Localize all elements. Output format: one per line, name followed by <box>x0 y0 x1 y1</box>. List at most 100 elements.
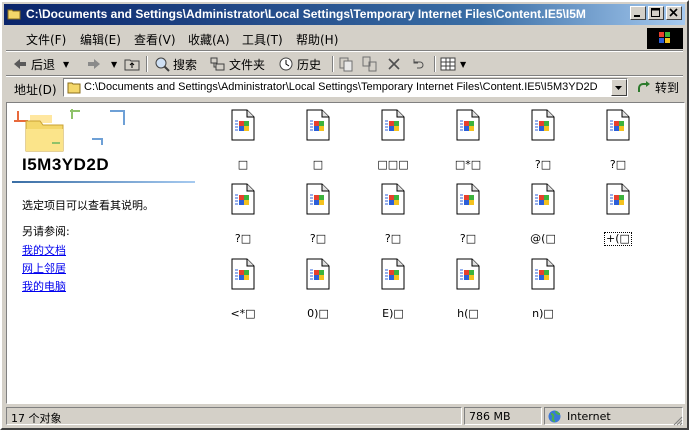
close-button[interactable] <box>666 6 682 20</box>
undo-button[interactable] <box>410 55 429 73</box>
address-label: 地址(D) <box>14 83 57 97</box>
go-button[interactable]: 转到 <box>636 79 679 96</box>
minimize-button[interactable] <box>630 6 646 20</box>
back-button[interactable]: 后退 ▼ <box>12 55 69 73</box>
delete-icon <box>388 58 400 70</box>
status-zone: Internet <box>544 407 683 425</box>
file-item[interactable]: ?□ <box>594 109 642 171</box>
file-icon <box>519 183 567 215</box>
folder-icon <box>7 9 21 20</box>
file-item[interactable]: E)□ <box>369 258 417 320</box>
delete-button[interactable] <box>386 55 405 73</box>
file-item[interactable]: +(□ <box>594 183 642 246</box>
file-icon <box>369 183 417 215</box>
history-button[interactable]: 历史 <box>278 55 321 73</box>
go-label: 转到 <box>655 81 680 95</box>
file-item[interactable]: □□□ <box>369 109 417 171</box>
minimize-icon <box>634 15 640 17</box>
up-folder-button[interactable] <box>124 55 143 73</box>
address-dropdown-button[interactable] <box>611 79 627 96</box>
file-item[interactable]: @(□ <box>519 183 567 245</box>
forward-arrow-icon <box>88 59 100 69</box>
views-button[interactable]: ▼ <box>440 55 466 73</box>
link-my-computer[interactable]: 我的电脑 <box>22 278 66 294</box>
file-name: ?□ <box>459 232 477 245</box>
file-name: □□□ <box>377 158 409 171</box>
resize-grip-icon[interactable] <box>671 414 683 426</box>
file-item[interactable]: ?□ <box>444 183 492 245</box>
file-item[interactable]: ?□ <box>294 183 342 245</box>
file-icon <box>294 109 342 141</box>
file-name: ?□ <box>534 158 552 171</box>
title-bar[interactable]: C:\Documents and Settings\Administrator\… <box>4 4 685 25</box>
folder-title: I5M3YD2D <box>22 155 110 174</box>
folders-icon <box>210 57 225 71</box>
link-my-documents[interactable]: 我的文档 <box>22 242 66 258</box>
search-button[interactable]: 搜索 <box>154 55 197 73</box>
menu-edit[interactable]: 编辑(E) <box>80 31 121 48</box>
file-item[interactable]: 0)□ <box>294 258 342 320</box>
menu-view[interactable]: 查看(V) <box>134 31 176 48</box>
status-size: 786 MB <box>464 407 542 425</box>
window-title: C:\Documents and Settings\Administrator\… <box>26 7 586 21</box>
views-icon <box>440 57 456 71</box>
folders-button[interactable]: 文件夹 <box>210 55 265 73</box>
history-icon <box>279 57 293 71</box>
back-dropdown-icon[interactable]: ▼ <box>63 60 69 69</box>
move-to-button[interactable] <box>338 55 357 73</box>
file-name: ?□ <box>609 158 627 171</box>
back-label: 后退 <box>31 57 56 72</box>
address-input[interactable]: C:\Documents and Settings\Administrator\… <box>63 78 628 97</box>
file-item[interactable]: ?□ <box>369 183 417 245</box>
up-folder-icon <box>124 59 140 71</box>
forward-dropdown-icon[interactable]: ▼ <box>111 60 117 69</box>
maximize-icon <box>651 8 660 17</box>
file-name: @(□ <box>530 232 556 245</box>
file-item[interactable]: n)□ <box>519 258 567 320</box>
link-network-places[interactable]: 网上邻居 <box>22 260 66 276</box>
menu-tools[interactable]: 工具(T) <box>242 31 283 48</box>
toolbar-separator <box>332 56 334 72</box>
file-icon <box>369 258 417 290</box>
file-item[interactable]: □ <box>294 109 342 171</box>
folder-banner-icon <box>14 109 125 152</box>
menu-file[interactable]: 文件(F) <box>26 31 66 48</box>
status-bar: 17 个对象 786 MB Internet <box>6 407 683 426</box>
file-item[interactable]: □ <box>219 109 267 171</box>
globe-icon <box>548 410 561 423</box>
file-icon <box>594 109 642 141</box>
file-name: h(□ <box>457 307 479 320</box>
folders-label: 文件夹 <box>229 57 266 72</box>
toolbar-separator <box>146 56 148 72</box>
file-icon <box>594 183 642 215</box>
file-icon <box>219 258 267 290</box>
address-bar: 地址(D) C:\Documents and Settings\Administ… <box>6 77 683 99</box>
file-name: 0)□ <box>307 307 329 320</box>
file-icon <box>219 183 267 215</box>
menu-help[interactable]: 帮助(H) <box>296 31 338 48</box>
file-icon <box>294 258 342 290</box>
copy-to-button[interactable] <box>362 55 381 73</box>
undo-icon <box>413 59 424 69</box>
maximize-button[interactable] <box>648 6 664 20</box>
selection-description: 选定项目可以查看其说明。 <box>22 199 154 212</box>
file-item[interactable]: □*□ <box>444 109 492 171</box>
search-icon <box>155 57 170 72</box>
file-name: ?□ <box>384 232 402 245</box>
file-item[interactable]: ?□ <box>519 109 567 171</box>
address-value: C:\Documents and Settings\Administrator\… <box>84 81 598 93</box>
menu-favorites[interactable]: 收藏(A) <box>188 31 230 48</box>
file-name: ?□ <box>309 232 327 245</box>
go-arrow-icon <box>638 80 650 92</box>
file-item[interactable]: ?□ <box>219 183 267 245</box>
status-object-count: 17 个对象 <box>6 407 462 425</box>
file-item[interactable]: <*□ <box>219 258 267 320</box>
file-name: E)□ <box>382 307 404 320</box>
toolbar-separator <box>434 56 436 72</box>
forward-button[interactable]: ▼ <box>86 55 117 73</box>
search-label: 搜索 <box>173 57 198 72</box>
file-icon <box>444 183 492 215</box>
back-arrow-icon <box>14 59 26 69</box>
file-item[interactable]: h(□ <box>444 258 492 320</box>
views-dropdown-icon[interactable]: ▼ <box>460 60 466 69</box>
